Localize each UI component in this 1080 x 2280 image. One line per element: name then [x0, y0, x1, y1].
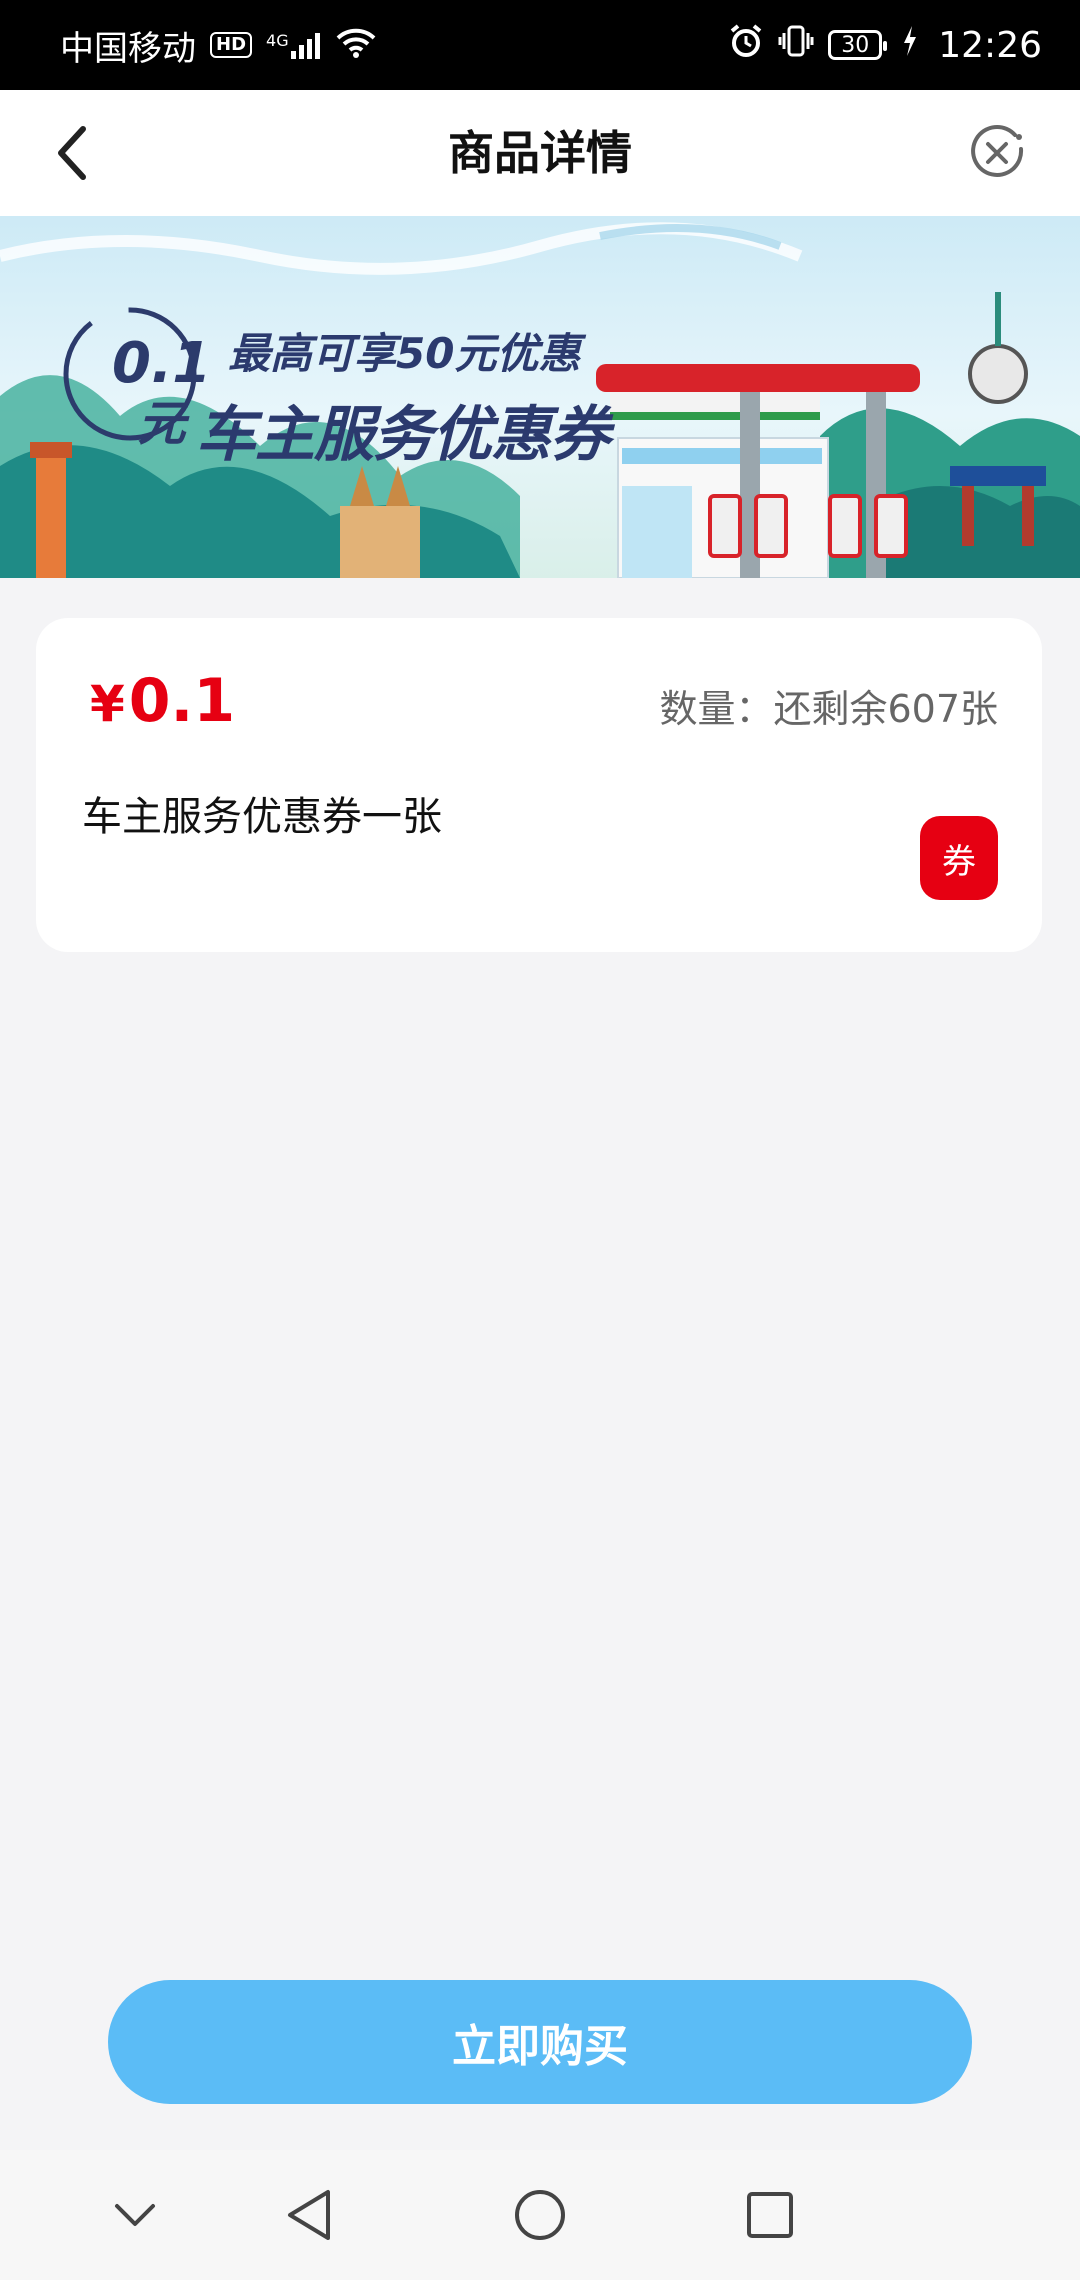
- status-bar-left: 中国移动 HD 4G: [60, 21, 378, 70]
- status-bar-right: 30 12:26: [728, 23, 1042, 68]
- buy-now-button[interactable]: 立即购买: [108, 1980, 972, 2104]
- clock: 12:26: [938, 24, 1042, 66]
- charging-icon: [902, 25, 918, 65]
- price-value: 0.1: [128, 666, 236, 736]
- status-bar: 中国移动 HD 4G 30 12:26: [0, 0, 1080, 90]
- vibrate-icon: [778, 23, 814, 68]
- banner-title: 车主服务优惠券: [196, 400, 610, 470]
- hd-icon: HD: [210, 32, 253, 58]
- banner-stamp-value: 0.1: [112, 331, 212, 396]
- product-card: ¥0.1 数量：还剩余607张 车主服务优惠券一张 券: [36, 618, 1042, 952]
- carrier-name: 中国移动: [60, 28, 196, 69]
- nav-recents-button[interactable]: [735, 2180, 805, 2250]
- nav-collapse-button[interactable]: [100, 2180, 170, 2250]
- close-button[interactable]: [966, 122, 1028, 184]
- alarm-icon: [728, 23, 764, 68]
- product-price: ¥0.1: [90, 666, 235, 736]
- banner-headline: 最高可享50元优惠: [228, 329, 581, 378]
- coupon-tag: 券: [920, 816, 998, 900]
- app-header: 商品详情: [0, 90, 1080, 216]
- home-circle-icon: [515, 2190, 565, 2240]
- recents-square-icon: [747, 2192, 793, 2238]
- chevron-down-icon: [115, 2204, 155, 2226]
- nav-back-button[interactable]: [274, 2180, 344, 2250]
- battery-icon: 30: [828, 30, 888, 60]
- page-title: 商品详情: [448, 126, 632, 180]
- promo-banner[interactable]: 0.1 元 最高可享50元优惠 车主服务优惠券: [0, 216, 1080, 578]
- chevron-left-icon: [58, 126, 86, 180]
- back-triangle-icon: [288, 2190, 330, 2240]
- signal-icon: 4G: [266, 31, 320, 59]
- close-circle-icon: [971, 124, 1024, 177]
- signal-bars: [290, 31, 320, 59]
- back-button[interactable]: [38, 118, 108, 188]
- network-type: 4G: [266, 31, 289, 50]
- nav-home-button[interactable]: [505, 2180, 575, 2250]
- stock-remaining: 数量：还剩余607张: [659, 687, 998, 731]
- currency-symbol: ¥: [90, 675, 125, 733]
- wifi-icon: [334, 24, 378, 67]
- system-nav-bar: [0, 2150, 1080, 2280]
- product-description: 车主服务优惠券一张: [82, 794, 442, 840]
